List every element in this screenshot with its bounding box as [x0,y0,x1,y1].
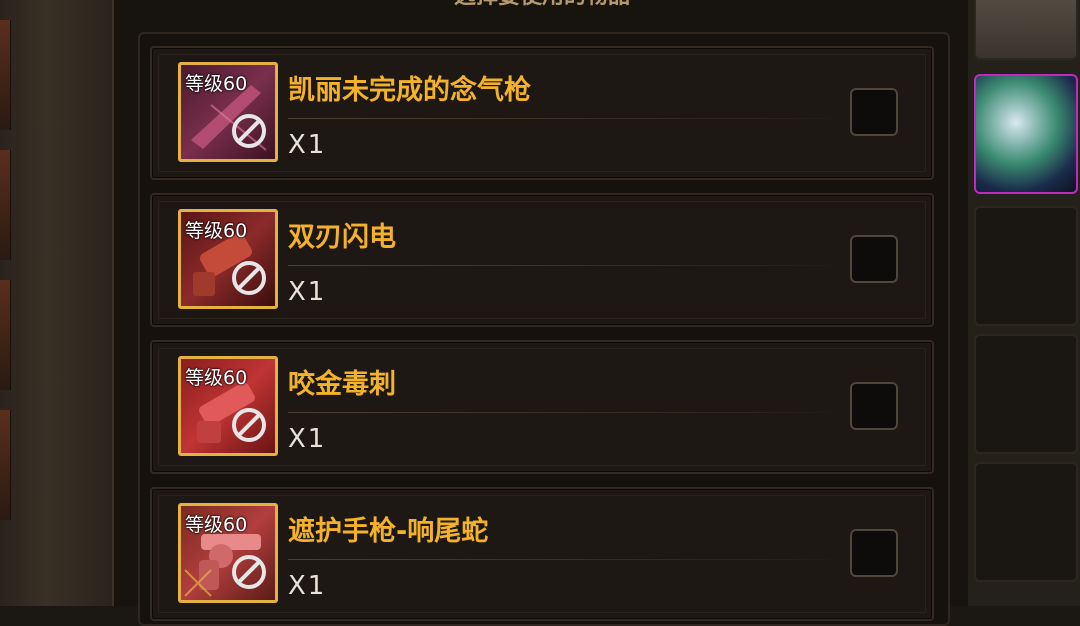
divider [288,265,848,266]
divider [288,559,848,560]
select-checkbox[interactable] [850,382,898,430]
item-level: 等级60 [185,220,248,242]
list-item[interactable]: 等级60 咬金毒刺 X1 [150,340,934,474]
item-icon: 等级60 [178,503,278,603]
left-slot[interactable] [0,410,11,520]
empty-slot[interactable] [974,206,1078,326]
item-select-panel: 选择要使用的物品 等级60 凯丽未完成的念气枪 X1 [112,0,972,626]
item-quantity: X1 [288,424,327,454]
item-quantity: X1 [288,130,327,160]
item-icon: 等级60 [178,356,278,456]
left-side-panel [0,0,112,606]
empty-slot[interactable] [974,462,1078,582]
left-slot[interactable] [0,20,11,130]
item-level: 等级60 [185,514,248,536]
select-checkbox[interactable] [850,235,898,283]
ban-icon [232,555,266,589]
item-level: 等级60 [185,73,248,95]
list-item[interactable]: 等级60 凯丽未完成的念气枪 X1 [150,46,934,180]
ban-icon [232,408,266,442]
item-name: 遮护手枪-响尾蛇 [288,516,489,547]
item-name: 凯丽未完成的念气枪 [288,75,531,106]
right-side-panel [968,0,1080,606]
item-name: 咬金毒刺 [288,369,396,400]
divider [288,118,848,119]
ban-icon [232,114,266,148]
item-icon: 等级60 [178,62,278,162]
select-checkbox[interactable] [850,529,898,577]
item-level: 等级60 [185,367,248,389]
item-name: 双刃闪电 [288,222,396,253]
left-slot[interactable] [0,280,11,390]
item-quantity: X1 [288,571,327,601]
character-portrait[interactable] [974,0,1078,60]
empty-slot[interactable] [974,334,1078,454]
panel-title: 选择要使用的物品 [114,0,970,10]
list-item[interactable]: 等级60 遮护手枪-响尾蛇 X1 [150,487,934,621]
left-slot[interactable] [0,150,11,260]
item-quantity: X1 [288,277,327,307]
pet-portrait[interactable] [974,74,1078,194]
item-icon: 等级60 [178,209,278,309]
ban-icon [232,261,266,295]
divider [288,412,848,413]
select-checkbox[interactable] [850,88,898,136]
list-item[interactable]: 等级60 双刃闪电 X1 [150,193,934,327]
